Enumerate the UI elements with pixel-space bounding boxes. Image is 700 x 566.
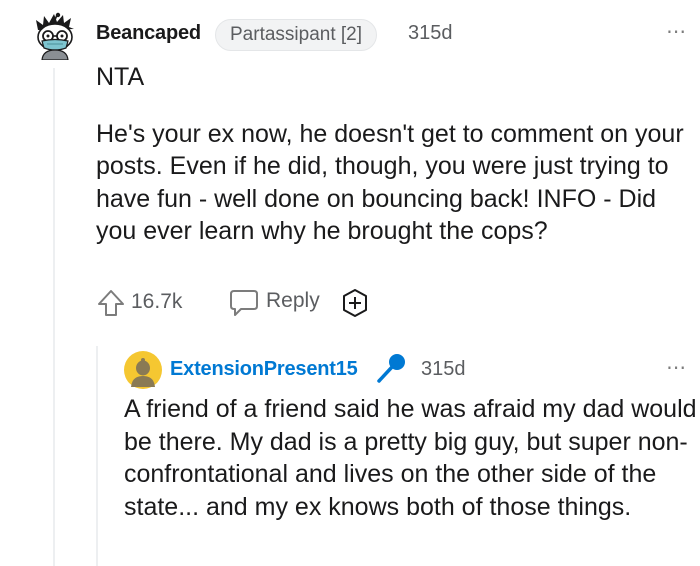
reply-age: 315d [421, 358, 466, 380]
reply-author[interactable]: ExtensionPresent15 [170, 358, 358, 381]
comment-author[interactable]: Beancaped [96, 22, 201, 45]
speech-bubble-icon [230, 290, 258, 316]
thread-collapse-line[interactable] [53, 68, 55, 566]
reply-user-avatar[interactable] [124, 351, 162, 389]
vote-count: 16.7k [131, 290, 183, 313]
comment-text: He's your ex now, he doesn't get to comm… [96, 119, 684, 246]
reply-label: Reply [266, 289, 320, 312]
user-avatar[interactable] [30, 12, 80, 60]
reply-thread-line[interactable] [96, 346, 98, 566]
upvote-arrow-icon[interactable] [96, 288, 126, 318]
add-award-icon[interactable] [340, 287, 370, 319]
user-flair-badge: Partassipant [2] [215, 19, 378, 51]
microphone-icon [377, 354, 405, 383]
comment-body: NTA He's your ex now, he doesn't get to … [96, 61, 686, 248]
reply-button[interactable]: Reply [228, 286, 320, 318]
reply-body: A friend of a friend said he was afraid … [124, 395, 697, 521]
comment-actions: 16.7k Reply [96, 286, 496, 318]
comment-age: 315d [408, 22, 453, 44]
more-options-button[interactable]: ⋯ [666, 22, 687, 42]
comment-thread: Beancaped Partassipant [2] 315d ⋯ NTA He… [0, 0, 700, 566]
reply-more-options-button[interactable]: ⋯ [666, 358, 687, 378]
comment-verdict: NTA [96, 63, 145, 91]
